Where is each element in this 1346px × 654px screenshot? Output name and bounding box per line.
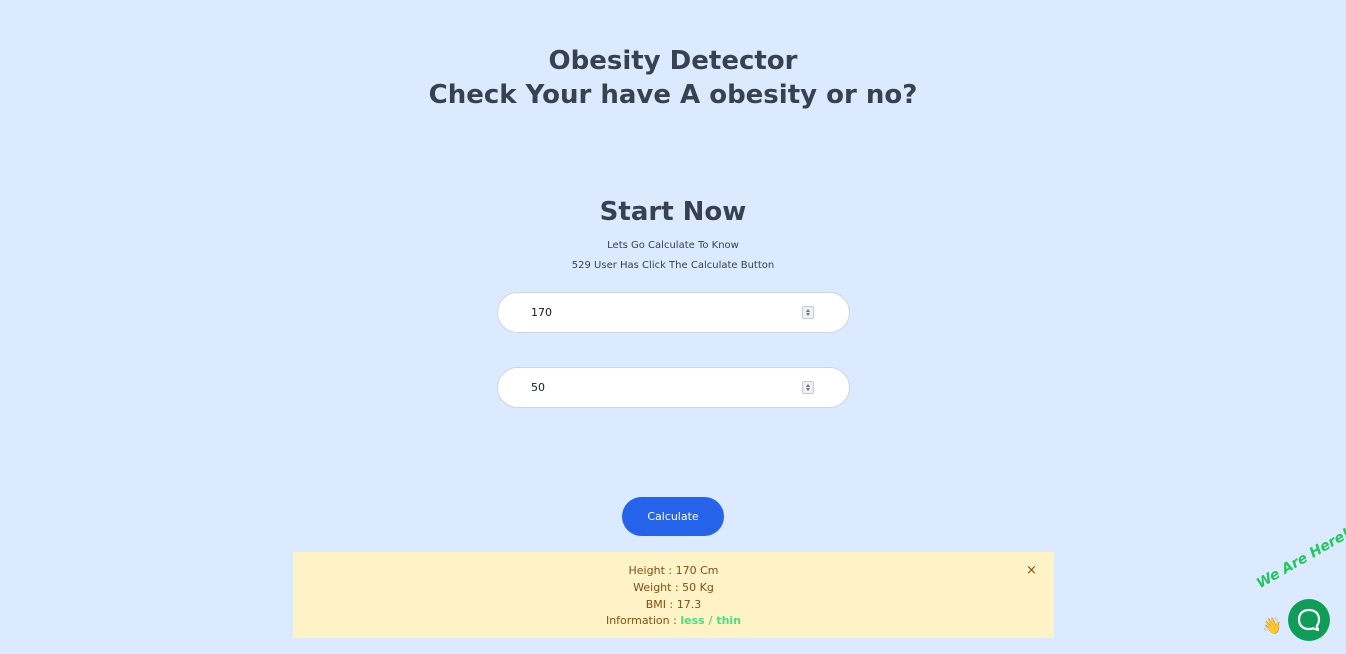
close-icon[interactable]: × xyxy=(1026,563,1037,578)
result-information: Information : less / thin xyxy=(293,614,1054,627)
height-input-value: 170 xyxy=(531,306,552,319)
section-subtitle: Lets Go Calculate To Know xyxy=(607,240,739,251)
section-title: Start Now xyxy=(599,197,747,227)
weight-spinner[interactable] xyxy=(802,381,814,394)
chat-badge-text[interactable]: We Are Here! xyxy=(1254,526,1346,592)
result-alert: Height : 170 Cm Weight : 50 Kg BMI : 17.… xyxy=(293,552,1054,638)
chat-widget[interactable]: We Are Here! 👋 xyxy=(1254,526,1346,654)
result-height: Height : 170 Cm xyxy=(628,564,719,577)
info-value: less / thin xyxy=(680,614,742,627)
page: Obesity Detector Check Your have A obesi… xyxy=(0,0,1346,654)
waving-hand-icon: 👋 xyxy=(1262,616,1282,635)
weight-input[interactable]: 50 xyxy=(497,367,850,408)
chat-bubble-icon[interactable] xyxy=(1288,599,1330,641)
height-spinner[interactable] xyxy=(802,306,814,319)
spinner-up-icon[interactable] xyxy=(806,309,810,312)
title-line-2: Check Your have A obesity or no? xyxy=(428,80,918,110)
page-title: Obesity Detector Check Your have A obesi… xyxy=(0,44,1346,112)
height-input[interactable]: 170 xyxy=(497,292,850,333)
spinner-down-icon[interactable] xyxy=(806,388,810,391)
weight-input-value: 50 xyxy=(531,381,545,394)
chat-bubble-svg xyxy=(1297,608,1321,632)
info-label: Information : xyxy=(605,614,677,627)
result-weight: Weight : 50 Kg xyxy=(633,581,714,594)
calculate-button[interactable]: Calculate xyxy=(622,497,724,536)
click-counter-text: 529 User Has Click The Calculate Button xyxy=(571,260,775,271)
spinner-down-icon[interactable] xyxy=(806,313,810,316)
result-bmi: BMI : 17.3 xyxy=(645,598,702,611)
title-line-1: Obesity Detector xyxy=(548,46,798,76)
spinner-up-icon[interactable] xyxy=(806,384,810,387)
